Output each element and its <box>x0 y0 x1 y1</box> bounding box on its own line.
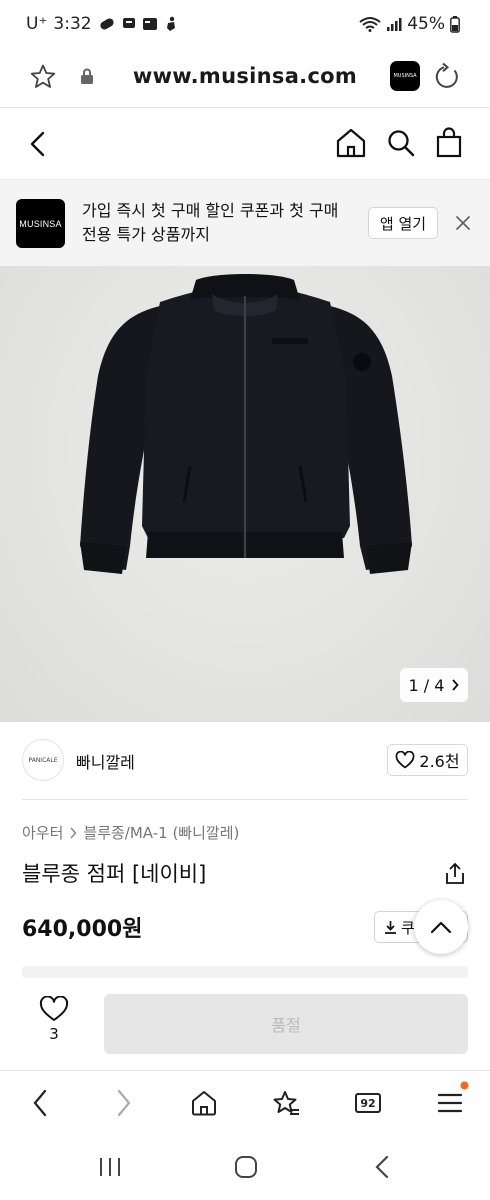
share-icon[interactable] <box>444 862 466 886</box>
product-title: 블루종 점퍼 [네이비] <box>22 862 207 886</box>
back-nav-icon[interactable] <box>374 1155 390 1179</box>
shopping-bag-icon[interactable] <box>435 127 463 159</box>
site-badge-icon[interactable]: MUSINSA <box>390 61 420 91</box>
browser-back-button[interactable] <box>20 1085 60 1121</box>
product-price: 640,000원 <box>22 917 143 942</box>
browser-tabs-button[interactable]: 92 <box>348 1085 388 1121</box>
breadcrumb-item[interactable]: 블루종/MA-1 (빠니깔레) <box>83 822 239 843</box>
search-icon[interactable] <box>386 128 416 158</box>
reload-icon[interactable] <box>432 62 462 92</box>
brand-logo[interactable]: PANICALE <box>22 739 64 781</box>
chevron-right-icon <box>70 826 77 839</box>
recent-apps-icon[interactable] <box>98 1156 122 1178</box>
status-left: U⁺ 3:32 <box>26 14 178 34</box>
soldout-button[interactable]: 품절 <box>104 994 468 1054</box>
musinsa-logo: MUSINSA <box>16 199 65 248</box>
wishlist-count: 3 <box>49 1025 59 1043</box>
tab-count: 92 <box>355 1093 381 1113</box>
heart-icon <box>39 996 69 1021</box>
product-image[interactable]: 1 / 4 <box>0 266 490 722</box>
breadcrumb: 아우터 블루종/MA-1 (빠니깔레) <box>22 822 239 843</box>
system-nav-bar <box>0 1136 490 1200</box>
open-app-button[interactable]: 앱 열기 <box>368 207 438 239</box>
browser-home-button[interactable] <box>184 1085 224 1121</box>
brand-row: PANICALE 빠니깔레 2.6천 <box>22 722 468 800</box>
signal-icon <box>387 18 402 31</box>
brand-name[interactable]: 빠니깔레 <box>76 749 135 773</box>
bookmarks-star-icon <box>273 1091 299 1115</box>
browser-menu-button[interactable] <box>430 1085 470 1121</box>
chevron-right-icon <box>117 1089 131 1117</box>
back-arrow-icon[interactable] <box>27 130 49 158</box>
home-nav-icon[interactable] <box>234 1155 258 1179</box>
carrier-label: U⁺ <box>26 14 48 34</box>
figure-icon <box>166 16 175 31</box>
notification-dot-icon <box>460 1081 469 1090</box>
image-counter-text: 1 / 4 <box>408 675 445 695</box>
brand-like-count: 2.6천 <box>419 752 460 771</box>
scroll-to-top-button[interactable] <box>414 900 468 954</box>
chevron-right-icon <box>452 679 460 691</box>
home-icon <box>192 1091 216 1116</box>
status-bar: U⁺ 3:32 45% <box>0 0 490 52</box>
battery-percent: 45% <box>407 14 445 34</box>
home-icon[interactable] <box>335 127 367 159</box>
notes-icon <box>142 18 157 30</box>
browser-url-bar: www.musinsa.com MUSINSA <box>0 52 490 108</box>
app-header <box>0 108 490 180</box>
image-counter[interactable]: 1 / 4 <box>400 668 468 702</box>
download-icon <box>385 921 396 934</box>
message-icon <box>122 18 135 28</box>
time-label: 3:32 <box>53 14 92 34</box>
chevron-up-icon <box>430 921 452 934</box>
status-right: 45% <box>359 14 460 34</box>
pill-icon <box>100 18 114 30</box>
menu-icon <box>437 1093 463 1113</box>
chevron-left-icon <box>33 1089 47 1117</box>
browser-bookmarks-button[interactable] <box>266 1085 306 1121</box>
close-icon[interactable] <box>455 215 471 231</box>
browser-toolbar: 92 <box>0 1070 490 1136</box>
brand-like-button[interactable]: 2.6천 <box>387 744 468 776</box>
purchase-bar: 3 품절 <box>0 978 490 1070</box>
browser-forward-button[interactable] <box>104 1085 144 1121</box>
jacket-illustration <box>80 274 412 574</box>
section-divider <box>22 966 468 978</box>
battery-icon <box>450 15 460 33</box>
wishlist-button[interactable]: 3 <box>34 996 74 1043</box>
wifi-icon <box>359 17 381 32</box>
breadcrumb-item[interactable]: 아우터 <box>22 822 63 843</box>
heart-icon <box>396 751 415 769</box>
banner-message: 가입 즉시 첫 구매 할인 쿠폰과 첫 구매 전용 특가 상품까지 <box>82 201 339 244</box>
